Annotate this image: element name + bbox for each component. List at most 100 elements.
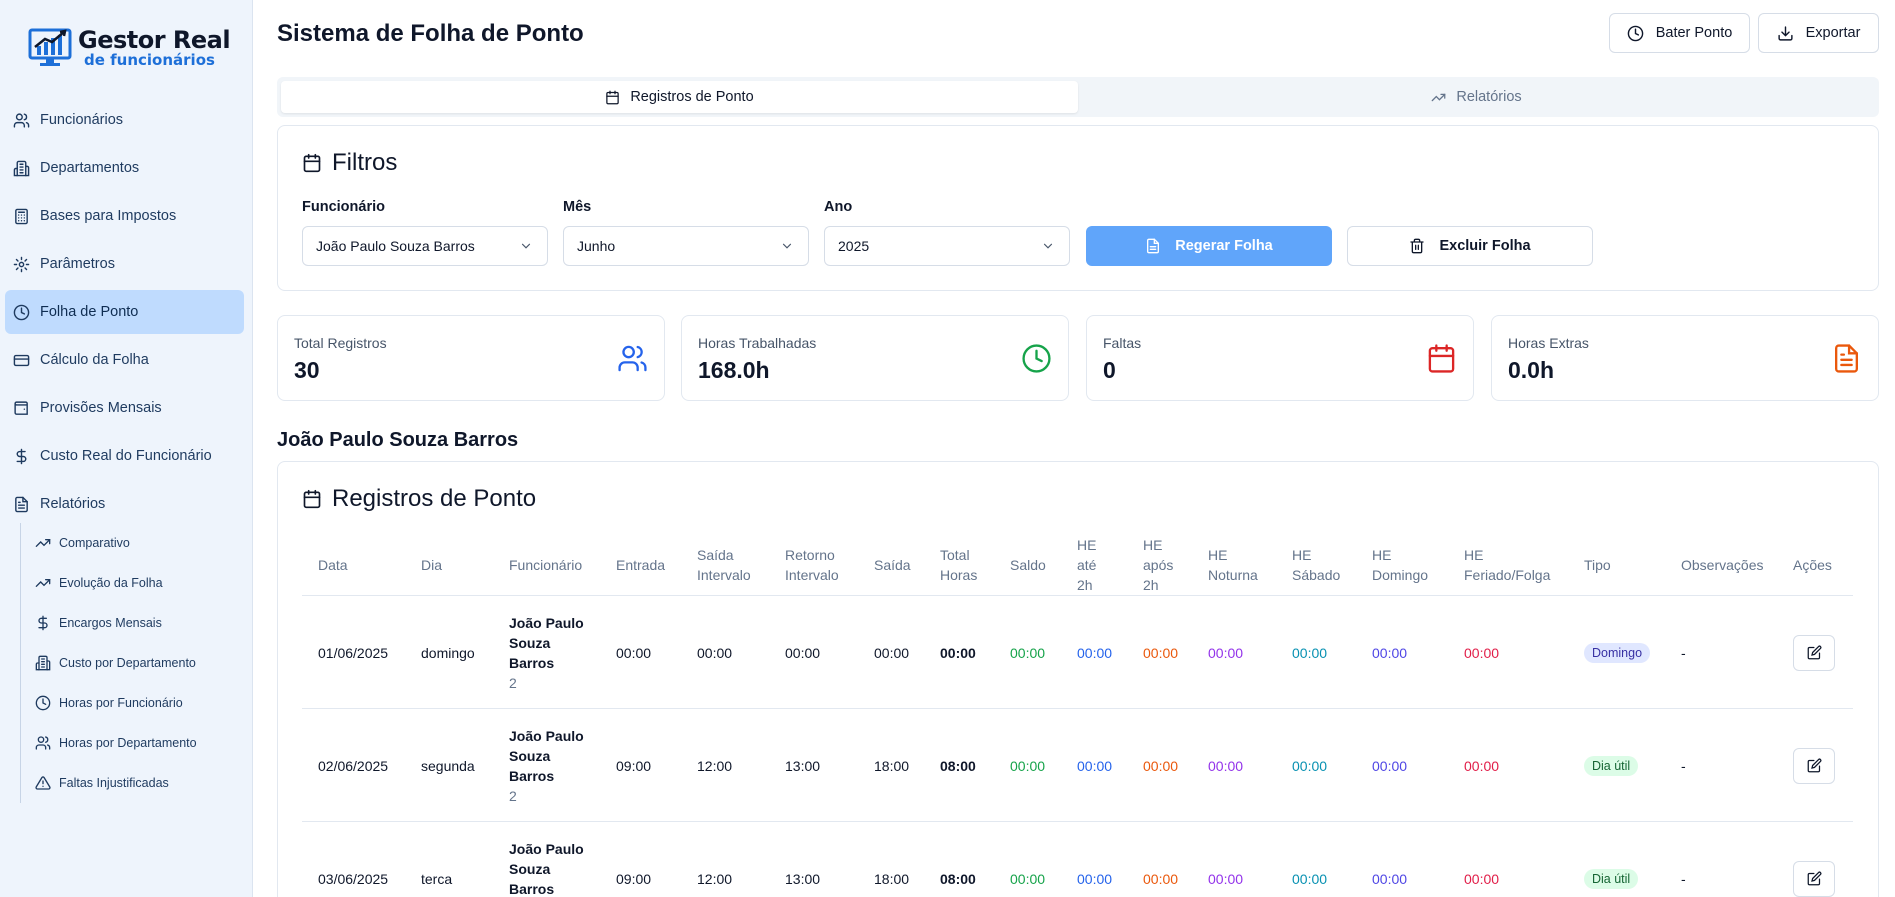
delete-sheet-button[interactable]: Excluir Folha [1347,226,1593,266]
column-header-text: Saída [874,555,911,575]
column-header-line: Domingo [1372,567,1429,583]
cell-he2: 00:00 [1077,870,1113,887]
column-header-line: Intervalo [785,567,839,583]
dollar-icon [16,448,27,464]
export-label: Exportar [1805,25,1861,41]
records-title-text: Registros de Ponto [332,485,537,512]
report-comparativo[interactable]: Comparativo [35,523,244,563]
users-icon [618,345,647,372]
stat-total-registros: Total Registros 30 [277,315,665,401]
cell-hehol: 00:00 [1464,870,1500,887]
column-header-text: Dia [421,555,442,575]
column-header-line: HE [1143,537,1163,553]
column-header: Saída [874,534,911,596]
column-header: HE Domingo [1372,534,1428,596]
sidebar: Gestor Real de funcionários Funcionários… [0,0,253,897]
cell-break_in: 00:00 [785,644,821,661]
column-header-line: Dia [421,557,443,573]
sidebar-item-calculo-folha[interactable]: Cálculo da Folha [5,338,244,382]
type-badge: Dia útil [1584,868,1639,889]
cell-in: 09:00 [616,870,652,887]
export-button[interactable]: Exportar [1758,13,1879,53]
column-header-line: Horas [940,567,978,583]
cell-action [1793,709,1835,822]
month-select[interactable]: Junho [563,226,809,266]
month-value: Junho [577,238,616,254]
wallet-icon [14,400,28,415]
column-header-line: Tipo [1584,557,1611,573]
column-header: HE Feriado/Folga [1464,534,1550,596]
edit-record-button[interactable] [1793,747,1835,784]
report-evolucao-folha[interactable]: Evolução da Folha [35,563,244,603]
report-faltas-injustificadas[interactable]: Faltas Injustificadas [35,763,244,803]
column-header: Saldo [1010,534,1046,596]
cell-hesun: 00:00 [1372,644,1408,661]
cell-henight: 00:00 [1208,644,1244,661]
column-header-line: Ações [1793,557,1832,573]
sidebar-item-label: Custo Real do Funcionário [40,448,212,464]
sidebar-item-bases-impostos[interactable]: Bases para Impostos [5,194,244,238]
tab-relatorios[interactable]: Relatórios [1078,81,1875,113]
employee-select[interactable]: João Paulo Souza Barros [302,226,548,266]
sidebar-item-label: Folha de Ponto [40,304,139,320]
employee-name-line: Barros [509,880,555,897]
column-header-line: HE [1464,547,1484,563]
column-header-line: HE [1208,547,1228,563]
year-select[interactable]: 2025 [824,226,1070,266]
report-custo-departamento[interactable]: Custo por Departamento [35,643,244,683]
cell-out: 18:00 [874,757,910,774]
file-text-icon [1147,238,1160,254]
sidebar-item-provisoes[interactable]: Provisões Mensais [5,386,244,430]
column-header: HE Sábado [1292,534,1340,596]
table-row: 03/06/2025tercaJoão PauloSouzaBarros209:… [302,822,1853,897]
report-horas-funcionario[interactable]: Horas por Funcionário [35,683,244,723]
cell-heafter: 00:00 [1143,870,1179,887]
column-header-text: Entrada [616,555,665,575]
report-encargos-mensais[interactable]: Encargos Mensais [35,603,244,643]
sidebar-item-custo-real[interactable]: Custo Real do Funcionário [5,434,244,478]
users-icon [35,736,51,750]
sidebar-item-funcionarios[interactable]: Funcionários [5,98,244,142]
sidebar-item-relatorios[interactable]: Relatórios [5,482,244,526]
filters-title-text: Filtros [332,149,398,176]
sidebar-item-label: Parâmetros [40,256,115,272]
sidebar-item-parametros[interactable]: Parâmetros [5,242,244,286]
stat-value: 0 [1103,357,1116,383]
report-horas-departamento[interactable]: Horas por Departamento [35,723,244,763]
regenerate-sheet-button[interactable]: Regerar Folha [1086,226,1332,266]
employee-name-line: João Paulo [509,614,584,631]
column-header-line: HE [1077,537,1097,553]
employee-name-line: Souza [509,634,551,651]
column-header-line: Saldo [1010,557,1046,573]
users-icon [13,112,30,128]
column-header-line: Saída [874,557,911,573]
column-header: Saída Intervalo [697,534,751,596]
cell-balance: 00:00 [1010,870,1046,887]
cell-date: 01/06/2025 [318,644,389,661]
trending-up-icon [1431,93,1446,101]
cell-type: Dia útil [1584,709,1639,822]
stat-label: Horas Trabalhadas [698,335,817,351]
stat-horas-extras: Horas Extras 0.0h [1491,315,1879,401]
type-badge: Domingo [1584,642,1651,663]
regenerate-label: Regerar Folha [1175,238,1273,254]
tab-label: Relatórios [1456,89,1522,105]
column-header-line: Retorno [785,547,835,563]
cell-out: 18:00 [874,870,910,887]
edit-record-button[interactable] [1793,860,1835,897]
employee-name-line: Barros [509,654,555,671]
column-header-line: Noturna [1208,567,1258,583]
edit-icon [1807,645,1821,660]
brand-logo[interactable]: Gestor Real de funcionários [28,28,231,68]
clock-in-label: Bater Ponto [1655,25,1733,41]
employee-value: João Paulo Souza Barros [316,238,475,254]
calendar-icon [303,489,321,509]
sidebar-item-departamentos[interactable]: Departamentos [5,146,244,190]
sidebar-item-folha-ponto[interactable]: Folha de Ponto [5,290,244,334]
edit-record-button[interactable] [1793,634,1835,671]
clock-in-button[interactable]: Bater Ponto [1609,13,1750,53]
tab-registros-ponto[interactable]: Registros de Ponto [281,81,1078,113]
cell-hesat: 00:00 [1292,644,1328,661]
building-icon [35,655,51,671]
employee-name-line: Barros [509,767,555,784]
